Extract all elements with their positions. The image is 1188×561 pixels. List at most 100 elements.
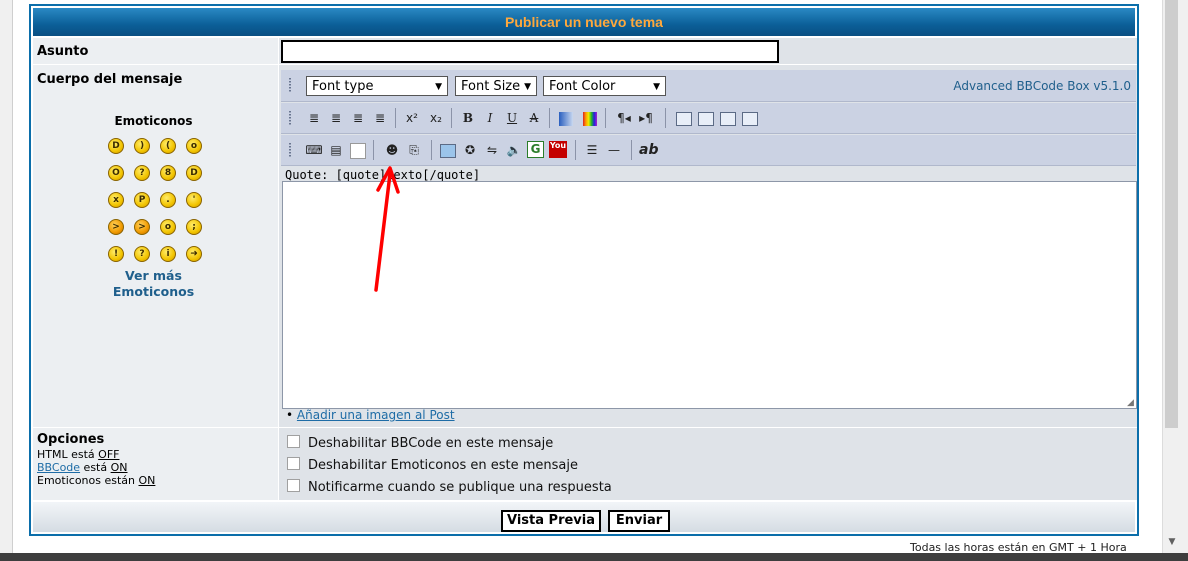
upload-file-icon[interactable] bbox=[719, 109, 737, 127]
google-icon[interactable]: G bbox=[527, 141, 544, 158]
preview-button[interactable]: Vista Previa bbox=[501, 510, 601, 532]
flash-icon[interactable]: ✪ bbox=[461, 141, 479, 159]
superscript-icon[interactable]: x² bbox=[403, 109, 421, 127]
align-justify-icon[interactable]: ≣ bbox=[371, 109, 389, 127]
notify-reply-label: Notificarme cuando se publique una respu… bbox=[308, 480, 612, 495]
disable-emoticons-label: Deshabilitar Emoticonos en este mensaje bbox=[308, 458, 578, 473]
window-left-edge bbox=[0, 0, 13, 561]
upload-image-icon[interactable] bbox=[697, 109, 715, 127]
disable-bbcode-option[interactable]: Deshabilitar BBCode en este mensaje bbox=[287, 435, 553, 451]
spellcheck-button[interactable]: ab bbox=[639, 141, 658, 159]
font-type-select[interactable]: Font type ▼ bbox=[306, 76, 448, 96]
bbcode-link[interactable]: BBCode bbox=[37, 461, 80, 474]
code-icon[interactable]: ⌨ bbox=[305, 141, 323, 159]
resize-handle-icon[interactable]: ◢ bbox=[1127, 399, 1135, 408]
ltr-label: ¶ bbox=[645, 111, 653, 125]
audio-icon[interactable]: 🔈 bbox=[505, 141, 523, 159]
quote-icon[interactable]: ☻ bbox=[383, 141, 401, 159]
toolbar-separator bbox=[395, 108, 396, 128]
sad-icon[interactable]: ( bbox=[160, 138, 176, 154]
list-code-icon[interactable]: ▤ bbox=[327, 141, 345, 159]
font-color-select[interactable]: Font Color ▼ bbox=[543, 76, 666, 96]
options-label-cell: Opciones HTML está OFF BBCode está ON Em… bbox=[33, 428, 279, 501]
blank-icon[interactable] bbox=[349, 141, 367, 159]
arrow-icon[interactable]: ➜ bbox=[186, 246, 202, 262]
add-image-link[interactable]: Añadir una imagen al Post bbox=[297, 408, 455, 422]
html-prefix: HTML está bbox=[37, 448, 99, 461]
youtube-icon[interactable]: You bbox=[549, 141, 567, 158]
evil-icon[interactable]: > bbox=[108, 219, 124, 235]
notify-reply-option[interactable]: Notificarme cuando se publique una respu… bbox=[287, 479, 612, 495]
list-icon[interactable]: ☰ bbox=[583, 141, 601, 159]
bullet-icon: • bbox=[286, 408, 294, 422]
disable-emoticons-checkbox[interactable] bbox=[287, 457, 300, 470]
confused-icon[interactable]: ? bbox=[134, 165, 150, 181]
emoticons-grid: D)(o O? 8 D x P. ' > > o; !? i ➜ bbox=[103, 137, 211, 272]
strikethrough-button[interactable]: A bbox=[525, 109, 543, 127]
twisted-evil-icon[interactable]: > bbox=[134, 219, 150, 235]
wink-icon[interactable]: ; bbox=[186, 219, 202, 235]
razz-icon[interactable]: P bbox=[134, 192, 150, 208]
cool-icon[interactable]: 8 bbox=[160, 165, 176, 181]
submit-button[interactable]: Enviar bbox=[608, 510, 670, 532]
horizontal-rule-icon[interactable]: — bbox=[605, 141, 623, 159]
mad-icon[interactable]: x bbox=[108, 192, 124, 208]
spoiler-icon[interactable]: ⎘ bbox=[405, 141, 423, 159]
scroll-down-icon[interactable]: ▼ bbox=[1166, 536, 1178, 548]
upload-icon[interactable] bbox=[675, 109, 693, 127]
disable-bbcode-label: Deshabilitar BBCode en este mensaje bbox=[308, 436, 554, 451]
form-title: Publicar un nuevo tema bbox=[33, 8, 1135, 36]
align-left-icon[interactable]: ≣ bbox=[305, 109, 323, 127]
subject-input[interactable] bbox=[281, 40, 779, 63]
rolling-eyes-icon[interactable]: o bbox=[160, 219, 176, 235]
notify-reply-checkbox[interactable] bbox=[287, 479, 300, 492]
embarrassed-icon[interactable]: . bbox=[160, 192, 176, 208]
question-icon[interactable]: ? bbox=[134, 246, 150, 262]
window-right-edge bbox=[1180, 0, 1188, 561]
subject-label-cell: Asunto bbox=[33, 38, 279, 65]
disable-bbcode-checkbox[interactable] bbox=[287, 435, 300, 448]
very-happy-icon[interactable]: D bbox=[108, 138, 124, 154]
font-color-value: Font Color bbox=[549, 79, 616, 94]
bbcode-status: BBCode está ON bbox=[37, 461, 155, 474]
ltr-icon[interactable]: ▸¶ bbox=[637, 109, 655, 127]
toolbar-separator bbox=[549, 108, 550, 128]
laughing-icon[interactable]: D bbox=[186, 165, 202, 181]
align-right-icon[interactable]: ≣ bbox=[349, 109, 367, 127]
align-center-icon[interactable]: ≣ bbox=[327, 109, 345, 127]
underline-button[interactable]: U bbox=[503, 109, 521, 127]
font-size-select[interactable]: Font Size ▼ bbox=[455, 76, 537, 96]
see-more-emoticons-link[interactable]: Ver más Emoticonos bbox=[31, 268, 276, 300]
rtl-icon[interactable]: ¶◂ bbox=[615, 109, 633, 127]
chevron-down-icon: ▼ bbox=[524, 82, 531, 92]
bold-button[interactable]: B bbox=[459, 109, 477, 127]
vertical-scrollbar[interactable]: ▼ bbox=[1162, 0, 1181, 561]
italic-button[interactable]: I bbox=[481, 109, 499, 127]
options-status: HTML está OFF BBCode está ON Emoticonos … bbox=[37, 448, 155, 487]
toolbar-separator bbox=[631, 140, 632, 160]
bbcode-state: ON bbox=[110, 461, 128, 474]
toolbar-separator bbox=[665, 108, 666, 128]
subscript-icon[interactable]: x₂ bbox=[427, 109, 445, 127]
gradient-icon[interactable] bbox=[557, 109, 575, 127]
toolbar-separator bbox=[575, 140, 576, 160]
options-title: Opciones bbox=[37, 432, 105, 447]
crying-icon[interactable]: ' bbox=[186, 192, 202, 208]
emoticons-state: ON bbox=[138, 474, 156, 487]
disable-emoticons-option[interactable]: Deshabilitar Emoticonos en este mensaje bbox=[287, 457, 578, 473]
video-icon[interactable]: ⇋ bbox=[483, 141, 501, 159]
upload-media-icon[interactable] bbox=[741, 109, 759, 127]
shocked-icon[interactable]: O bbox=[108, 165, 124, 181]
rtl-label: ¶ bbox=[617, 111, 625, 125]
rainbow-icon[interactable] bbox=[581, 109, 599, 127]
see-more-line2: Emoticonos bbox=[112, 284, 195, 299]
image-icon[interactable] bbox=[439, 141, 457, 159]
surprised-icon[interactable]: o bbox=[186, 138, 202, 154]
bbcode-toolbar-fonts: Font type ▼ Font Size ▼ Font Color ▼ Advanc… bbox=[281, 70, 1136, 102]
scrollbar-thumb[interactable] bbox=[1165, 0, 1178, 428]
emoticons-title: Emoticonos bbox=[114, 114, 193, 128]
smile-icon[interactable]: ) bbox=[134, 138, 150, 154]
exclamation-icon[interactable]: ! bbox=[108, 246, 124, 262]
idea-icon[interactable]: i bbox=[160, 246, 176, 262]
message-textarea[interactable]: ◢ bbox=[282, 181, 1137, 409]
